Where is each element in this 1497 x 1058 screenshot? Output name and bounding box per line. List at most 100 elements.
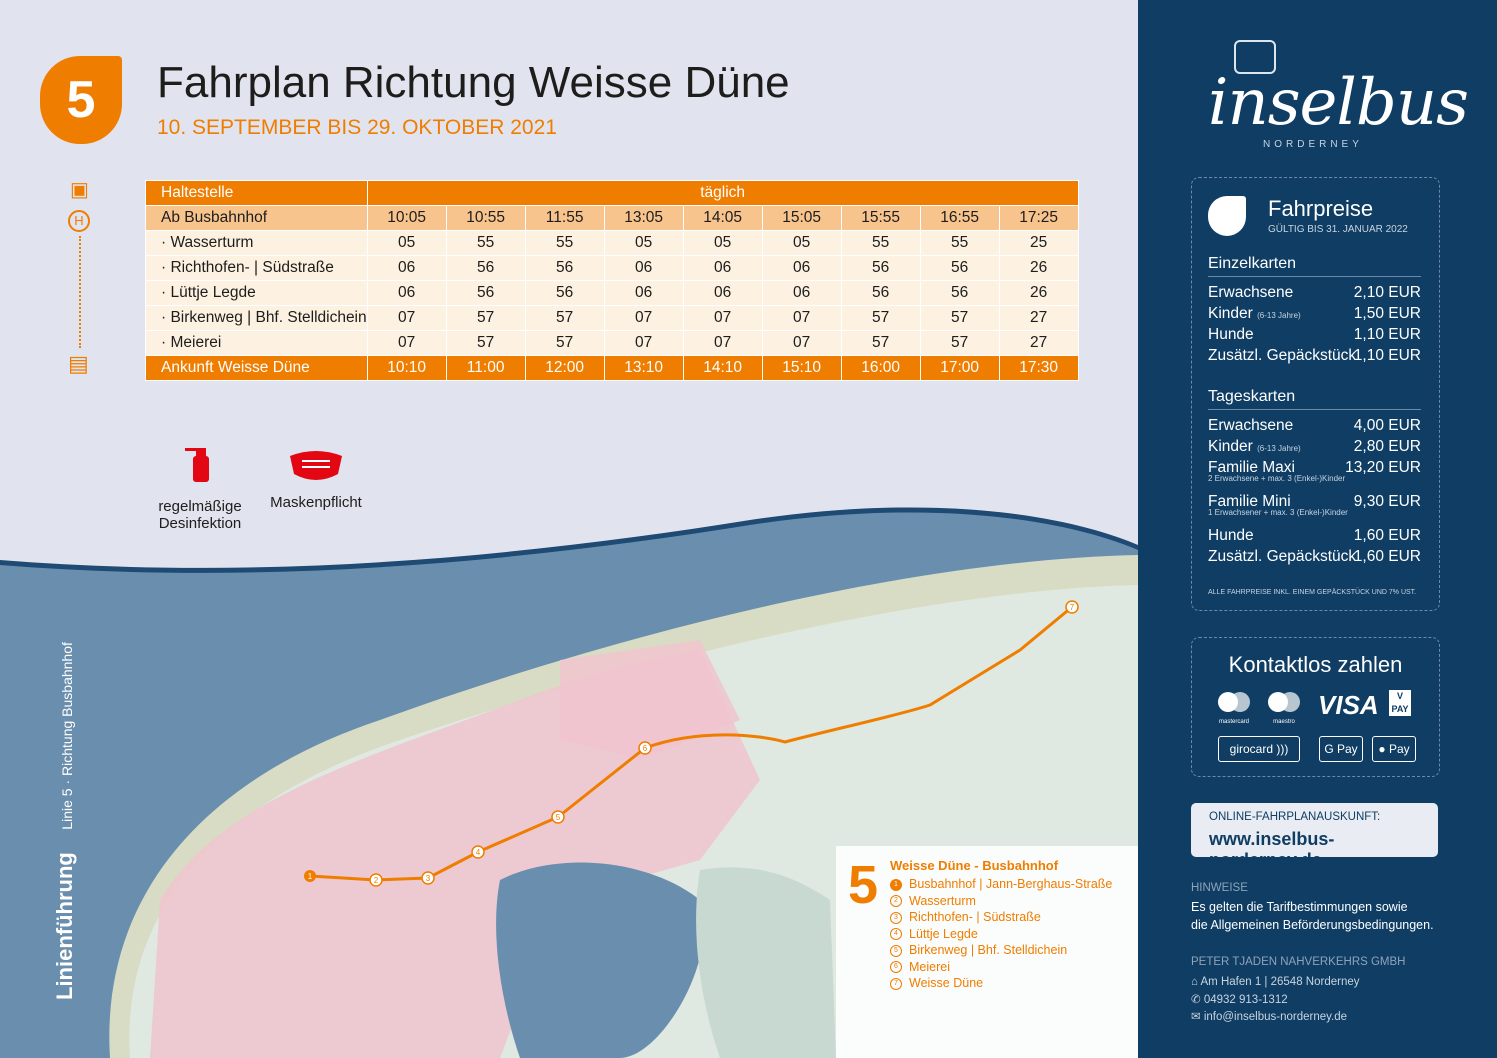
stop-name: · Birkenweg | Bhf. Stelldichein	[145, 305, 368, 331]
stop-name: Ankunft Weisse Düne	[145, 355, 368, 381]
route-legend: 5 Weisse Düne - Busbahnhof 1 Busbahnhof |…	[836, 846, 1138, 1058]
fare-price: 1,60 EUR	[1353, 548, 1421, 565]
time-cell: 11:00	[445, 355, 526, 381]
time-cell: 26	[998, 255, 1079, 281]
time-cell: 57	[840, 330, 921, 356]
time-cell: 56	[919, 255, 1000, 281]
info-panel: inselbus NORDERNEY Fahrpreise GÜLTIG BIS…	[1138, 0, 1497, 1058]
fares-valid-until: GÜLTIG BIS 31. JANUAR 2022	[1268, 224, 1408, 235]
legend-stop-name: Birkenweg | Bhf. Stelldichein	[909, 943, 1068, 957]
time-cell: 55	[445, 230, 526, 256]
apple-icon: ●	[1378, 742, 1386, 756]
time-cell: 55	[840, 230, 921, 256]
time-cell: 17:25	[998, 205, 1079, 231]
vpay-logo: V PAY	[1389, 690, 1411, 716]
fare-row: Hunde 1,10 EUR	[1208, 326, 1421, 344]
map-stop-number: 3	[426, 874, 431, 883]
time-cell: 57	[445, 330, 526, 356]
time-cell: 57	[524, 305, 605, 331]
time-cell: 57	[445, 305, 526, 331]
time-cell: 11:55	[524, 205, 605, 231]
fare-row: Familie Mini 9,30 EUR 1 Erwachsener + max.…	[1208, 493, 1421, 517]
legend-stop-name: Busbahnhof | Jann-Berghaus-Straße	[909, 877, 1113, 891]
legend-stop-list: 1 Busbahnhof | Jann-Berghaus-Straße 2 Wasse…	[890, 876, 1112, 992]
fare-row: Erwachsene 2,10 EUR	[1208, 284, 1421, 302]
home-icon: ⌂	[1191, 976, 1198, 988]
fare-label: Zusätzl. Gepäckstück	[1208, 347, 1357, 364]
time-cell: 55	[919, 230, 1000, 256]
time-cell: 14:10	[682, 355, 763, 381]
time-cell: 05	[366, 230, 447, 256]
face-mask-icon	[290, 451, 342, 480]
company-name: PETER TJADEN NAHVERKEHRS GMBH	[1191, 956, 1406, 968]
time-cell: 07	[603, 305, 684, 331]
time-cell: 16:55	[919, 205, 1000, 231]
coins-icon	[1208, 196, 1246, 236]
legend-stop-name: Weisse Düne	[909, 976, 984, 990]
time-cell: 15:05	[761, 205, 842, 231]
fares-title: Fahrpreise	[1268, 196, 1374, 221]
stop-number-badge: 4	[890, 928, 902, 941]
stop-number-badge: 2	[890, 895, 902, 908]
fare-price: 13,20 EUR	[1345, 459, 1421, 476]
legend-stop-item: 4 Lüttje Legde	[890, 926, 1112, 943]
timetable-panel: 1234567 5 Fahrplan Richtung Weisse Düne …	[0, 0, 1138, 1058]
stop-name: · Lüttje Legde	[145, 280, 368, 306]
fare-label: Erwachsene	[1208, 417, 1294, 434]
legend-stop-item: 7 Weisse Düne	[890, 975, 1112, 992]
time-cell: 06	[366, 255, 447, 281]
time-cell: 13:05	[603, 205, 684, 231]
company-phone[interactable]: 04932 913-1312	[1204, 994, 1288, 1006]
time-cell: 17:00	[919, 355, 1000, 381]
time-cell: 10:05	[366, 205, 447, 231]
time-cell: 17:30	[998, 355, 1079, 381]
legend-stop-name: Wasserturm	[909, 893, 976, 908]
time-cell: 07	[682, 305, 763, 331]
fare-section-title: Tageskarten	[1208, 388, 1421, 410]
time-cell: 06	[603, 255, 684, 281]
fare-row: Kinder (6-13 Jahre) 1,50 EUR	[1208, 305, 1421, 323]
time-cell: 06	[761, 255, 842, 281]
time-cell: 56	[919, 280, 1000, 306]
fare-label: Hunde	[1208, 527, 1254, 544]
time-cell: 12:00	[524, 355, 605, 381]
time-cell: 16:00	[840, 355, 921, 381]
time-cell: 07	[366, 305, 447, 331]
map-stop-number: 6	[643, 744, 648, 753]
fare-note: (6-13 Jahre)	[1257, 311, 1301, 320]
time-cell: 26	[998, 280, 1079, 306]
stop-number-badge: 7	[890, 977, 902, 990]
fare-price: 1,60 EUR	[1353, 527, 1421, 544]
col-header-days: täglich	[366, 180, 1079, 206]
time-cell: 06	[761, 280, 842, 306]
time-cell: 27	[998, 305, 1079, 331]
website-link[interactable]: www.inselbus-norderney.de	[1209, 829, 1438, 871]
fare-section-title: Einzelkarten	[1208, 255, 1421, 277]
online-label: ONLINE-FAHRPLANAUSKUNFT:	[1209, 811, 1381, 823]
stop-name: · Richthofen- | Südstraße	[145, 255, 368, 281]
fare-price: 2,80 EUR	[1353, 438, 1421, 455]
line-badge: 5	[40, 56, 122, 144]
fare-row: Zusätzl. Gepäckstück 1,60 EUR	[1208, 548, 1421, 566]
time-cell: 56	[445, 280, 526, 306]
maestro-icon: maestro	[1266, 690, 1302, 725]
stop-name: · Wasserturm	[145, 230, 368, 256]
google-pay-logo: G Pay	[1319, 736, 1363, 762]
table-row: · Lüttje Legde 06 56 56 06 06 06 56 56 26	[145, 280, 1079, 306]
fare-note: (6-13 Jahre)	[1257, 444, 1301, 453]
map-vertical-label: Linienführung Linie 5 · Richtung Busbahn…	[52, 642, 78, 1000]
legend-stop-item: 2 Wasserturm	[890, 893, 1112, 910]
time-cell: 57	[919, 330, 1000, 356]
fare-label: Erwachsene	[1208, 284, 1294, 301]
payment-title: Kontaktlos zahlen	[1228, 652, 1403, 677]
map-vertical-subtitle: Linie 5 · Richtung Busbahnhof	[59, 642, 75, 830]
fare-price: 1,10 EUR	[1353, 326, 1421, 343]
notes-line-2: die Allgemeinen Beförderungsbedingungen.	[1191, 918, 1434, 932]
map-stop-number: 5	[556, 813, 561, 822]
company-email[interactable]: info@inselbus-norderney.de	[1204, 1011, 1347, 1023]
stop-name: · Meierei	[145, 330, 368, 356]
fare-row: Erwachsene 4,00 EUR	[1208, 417, 1421, 435]
chat-icon: ✉	[1191, 1011, 1201, 1023]
time-cell: 07	[761, 305, 842, 331]
stop-number-badge: 3	[890, 911, 902, 924]
